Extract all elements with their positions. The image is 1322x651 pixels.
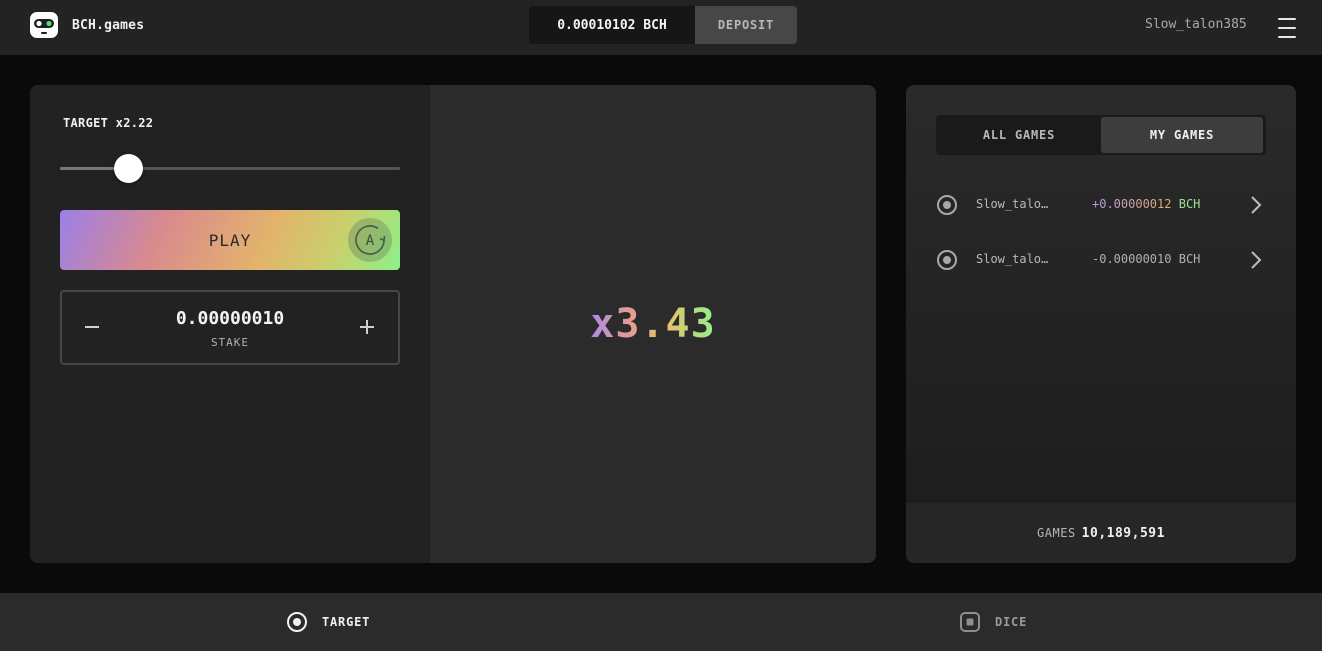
games-counter: GAMES 10,189,591 [906, 503, 1296, 563]
nav-dice[interactable]: DICE [959, 593, 1027, 651]
game-panel: TARGET x2.22 PLAY A 0.00000010 STAKE x3.… [30, 85, 876, 563]
history-panel: ALL GAMES MY GAMES Slow_talo… +0.0000001… [906, 85, 1296, 563]
games-counter-value: 10,189,591 [1081, 525, 1165, 541]
history-username: Slow_talo… [976, 252, 1049, 266]
dice-icon [960, 612, 980, 632]
nav-target[interactable]: TARGET [286, 593, 370, 651]
hamburger-menu-icon[interactable] [1278, 18, 1296, 38]
wallet: 0.00010102 BCH DEPOSIT [529, 6, 797, 44]
chevron-right-icon[interactable] [1250, 250, 1262, 270]
autoplay-icon: A [355, 225, 386, 255]
tab-all-games[interactable]: ALL GAMES [938, 117, 1100, 153]
chevron-right-icon[interactable] [1250, 195, 1262, 215]
stake-label: STAKE [210, 336, 250, 349]
top-bar: BCH.games 0.00010102 BCH DEPOSIT Slow_ta… [0, 0, 1322, 55]
history-username: Slow_talo… [976, 197, 1049, 211]
history-row[interactable]: Slow_talo… +0.00000012 BCH [936, 190, 1266, 220]
amount-value: 0.00000012 [1099, 197, 1172, 211]
amount-currency: BCH [1178, 252, 1201, 266]
username[interactable]: Slow_talon385 [1145, 17, 1247, 32]
target-slider[interactable] [60, 154, 400, 183]
target-icon [937, 195, 957, 215]
svg-text:A: A [366, 233, 375, 249]
play-button[interactable]: PLAY A [60, 210, 400, 270]
amount-currency: BCH [1178, 197, 1201, 211]
target-icon [287, 612, 307, 632]
history-tabs: ALL GAMES MY GAMES [936, 115, 1266, 155]
result-area: x3.43 [430, 85, 876, 563]
stake-value[interactable]: 0.00000010 [62, 308, 398, 329]
nav-dice-label: DICE [995, 615, 1028, 629]
amount-value: 0.00000010 [1099, 252, 1172, 266]
target-icon [937, 250, 957, 270]
autoplay-button[interactable]: A [348, 218, 392, 262]
games-counter-label: GAMES [1037, 526, 1076, 540]
logo-icon [30, 12, 58, 38]
balance-display: 0.00010102 BCH [529, 6, 695, 44]
history-amount: +0.00000012 BCH [1092, 197, 1200, 211]
bet-controls: TARGET x2.22 PLAY A 0.00000010 STAKE [30, 85, 430, 563]
logo[interactable]: BCH.games [29, 11, 144, 39]
target-multiplier-label: TARGET x2.22 [63, 116, 154, 130]
bottom-nav: TARGET DICE [0, 593, 1322, 651]
nav-target-label: TARGET [322, 615, 371, 629]
history-row[interactable]: Slow_talo… -0.00000010 BCH [936, 245, 1266, 275]
stake-input[interactable]: 0.00000010 STAKE [60, 290, 400, 365]
history-amount: -0.00000010 BCH [1092, 252, 1200, 266]
tab-my-games[interactable]: MY GAMES [1101, 117, 1263, 153]
result-multiplier: x3.43 [590, 301, 716, 347]
brand-name: BCH.games [72, 17, 145, 33]
increase-stake-icon[interactable] [358, 316, 376, 338]
deposit-button[interactable]: DEPOSIT [695, 6, 797, 44]
slider-thumb[interactable] [114, 154, 143, 183]
